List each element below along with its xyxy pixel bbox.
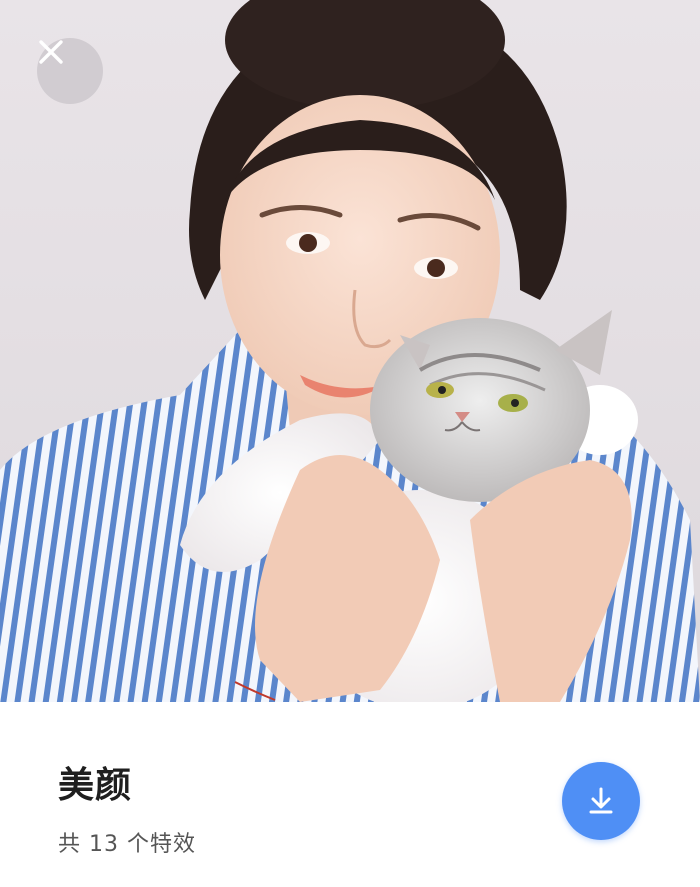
preview-photo (0, 0, 700, 702)
download-icon (589, 787, 613, 814)
effect-count: 共 13 个特效 (58, 832, 196, 857)
portrait-illustration (0, 0, 700, 702)
effect-preview-page: 美颜 共 13 个特效 (0, 0, 700, 887)
close-icon (39, 40, 63, 64)
download-button[interactable] (562, 762, 640, 840)
effect-title: 美颜 (58, 765, 133, 806)
effect-info-panel: 美颜 共 13 个特效 (0, 702, 700, 887)
close-button[interactable] (37, 38, 103, 104)
